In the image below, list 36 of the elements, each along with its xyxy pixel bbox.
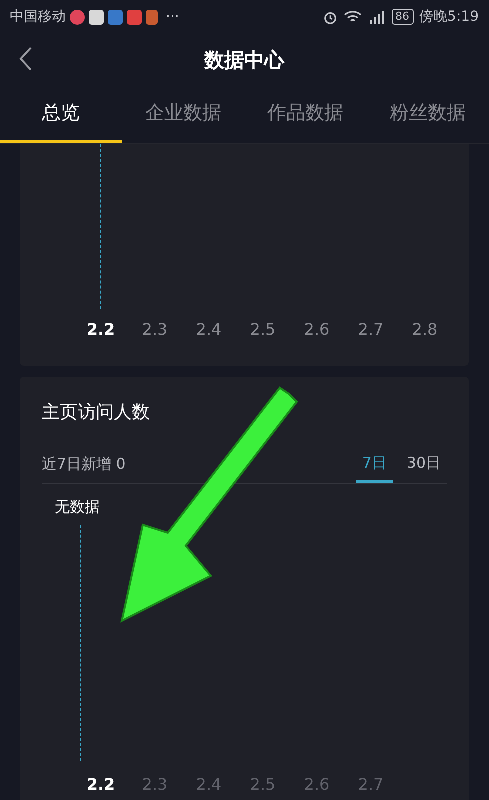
wifi-icon [344,10,362,24]
range-tab[interactable]: 7日 [356,446,393,483]
carrier-name: 中国移动 [10,8,66,26]
axis-label: 2.6 [303,774,331,796]
axis-label: 2.7 [357,319,385,341]
axis-label: 2.7 [357,774,385,796]
app-icon [89,10,104,24]
app-icon [127,10,142,24]
axis-label: 2.5 [249,774,277,796]
more-notifications: ··· [166,8,180,26]
axis-label: 2.4 [195,774,223,796]
app-icon [70,10,85,24]
axis-label: 2.6 [303,319,331,341]
alarm-icon [322,10,338,24]
axis-label: 2.3 [141,774,169,796]
page-title: 数据中心 [204,47,284,74]
clock: 傍晚5:19 [420,8,479,26]
tab[interactable]: 作品数据 [244,86,367,143]
summary-text: 近7日新增 0 [42,454,126,476]
app-icon [146,10,158,24]
axis-label: 2.3 [141,319,169,341]
tab[interactable]: 企业数据 [122,86,244,143]
range-tab[interactable]: 30日 [400,446,447,483]
axis-label: 2.2 [86,774,116,796]
axis-label: 2.4 [195,319,223,341]
back-icon [18,46,34,72]
axis-label: 2.5 [249,319,277,341]
axis-label: 2.2 [86,319,116,341]
signal-icon [368,10,386,24]
app-icon [108,10,123,24]
no-data-label: 无数据 [55,497,101,518]
back-button[interactable] [18,46,34,72]
card-title: 主页访问人数 [42,401,151,425]
battery-level: 86 [392,9,414,25]
axis-label: 2.8 [411,319,439,341]
tab[interactable]: 粉丝数据 [366,86,489,143]
